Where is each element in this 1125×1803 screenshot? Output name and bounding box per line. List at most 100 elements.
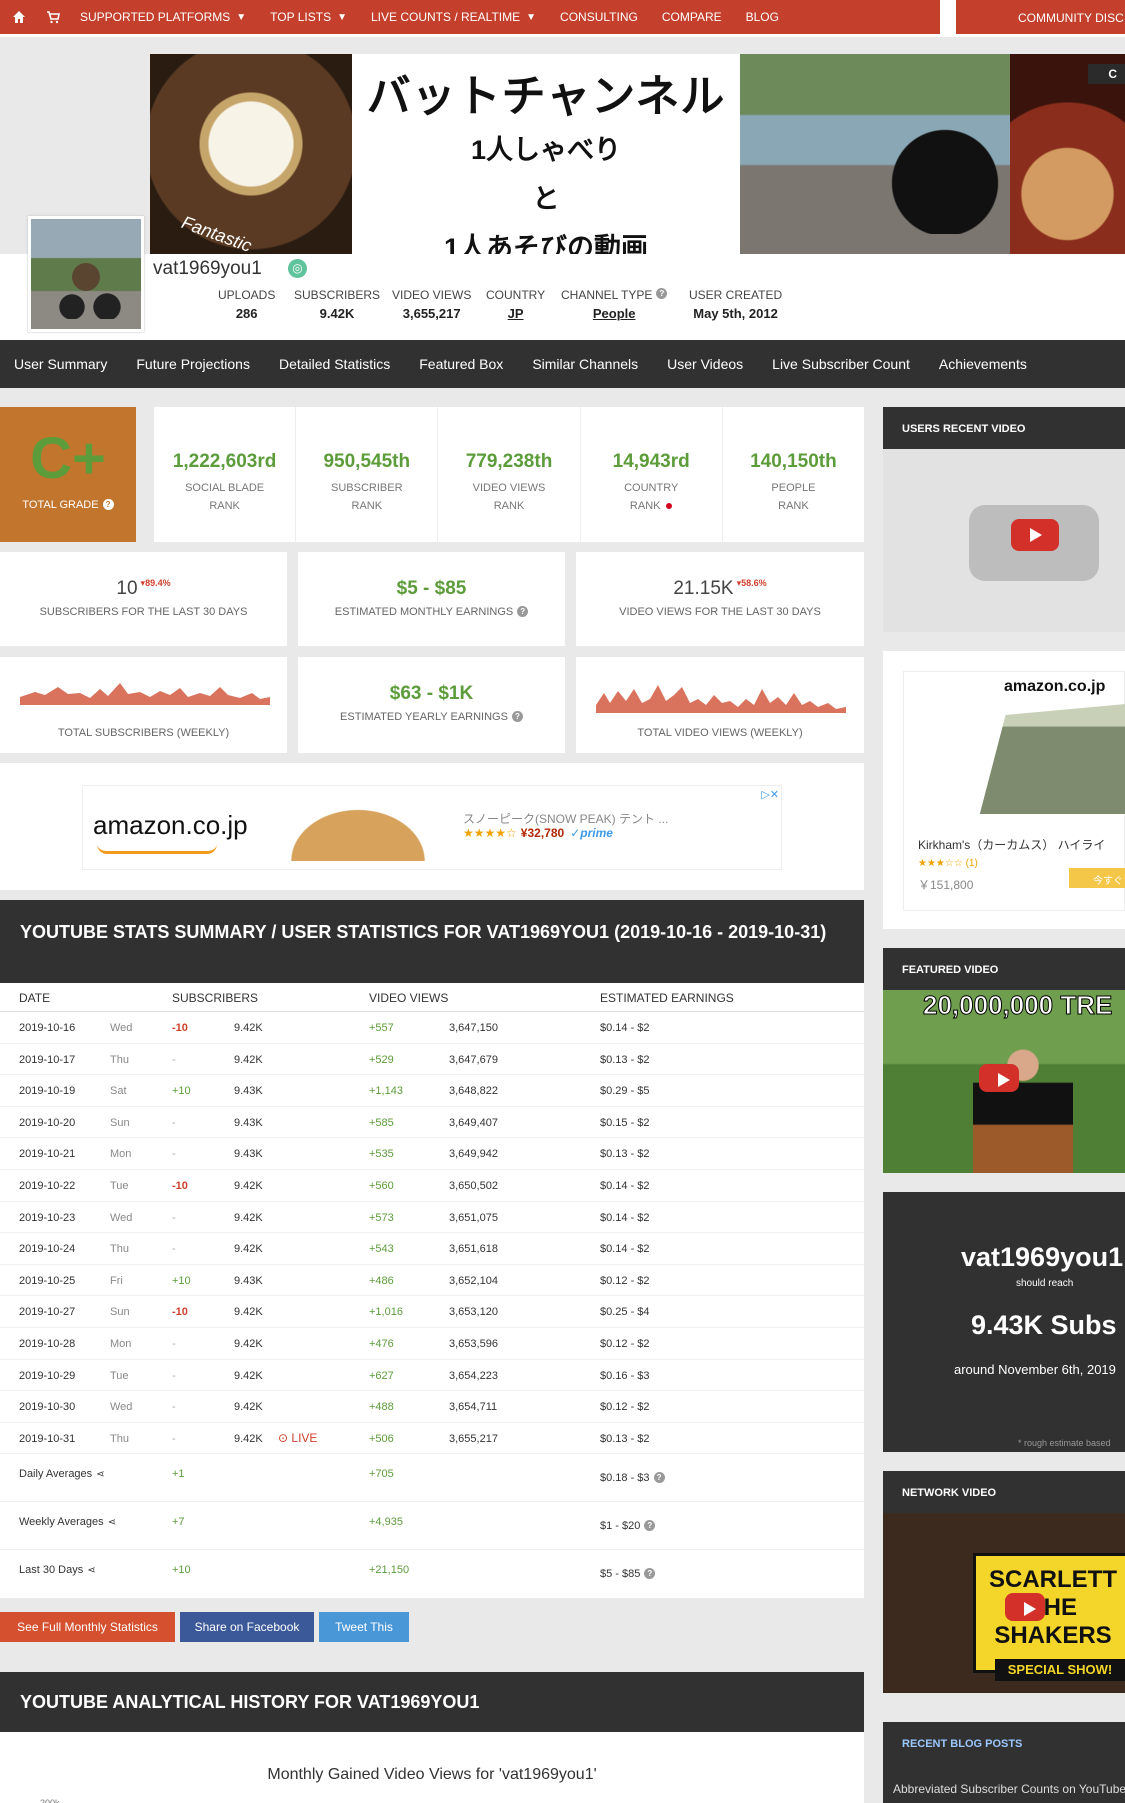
- history-chart: Monthly Gained Video Views for 'vat1969y…: [0, 1732, 864, 1803]
- table-cell: $0.16 - $3: [600, 1369, 650, 1382]
- help-icon[interactable]: ?: [644, 1520, 656, 1532]
- share-icon[interactable]: ⋖: [96, 1469, 106, 1480]
- table-cell: Wed: [110, 1211, 133, 1224]
- banner-photo-river: [740, 54, 1010, 254]
- table-row: 2019-10-28 Mon - 9.42K +476 3,653,596 $0.12 - …: [0, 1328, 864, 1360]
- home-icon[interactable]: [12, 10, 26, 24]
- rating-stars: ★★★☆☆ (1): [918, 858, 978, 869]
- table-cell: 9.42K: [234, 1337, 263, 1350]
- network-video-player[interactable]: SCARLETT THE SHAKERS SPECIAL SHOW!: [883, 1513, 1125, 1693]
- table-cell: 3,648,822: [449, 1085, 498, 1098]
- play-icon[interactable]: [979, 1064, 1019, 1092]
- table-cell: Tue: [110, 1179, 129, 1192]
- top-nav-bar: SUPPORTED PLATFORMS ▼ TOP LISTS ▼ LIVE COU…: [0, 0, 940, 34]
- table-cell: Wed: [110, 1022, 133, 1034]
- help-icon[interactable]: ?: [653, 1472, 665, 1484]
- history-title: YOUTUBE ANALYTICAL HISTORY FOR VAT1969YO…: [0, 1672, 864, 1732]
- table-cell: 9.42K: [234, 1432, 263, 1445]
- tab-live-subscriber-count[interactable]: Live Subscriber Count: [772, 356, 910, 372]
- table-cell: +476: [369, 1337, 394, 1350]
- table-cell: 9.42K: [234, 1053, 263, 1066]
- nav-live-counts[interactable]: LIVE COUNTS / REALTIME ▼: [371, 10, 536, 24]
- table-cell: $0.13 - $2: [600, 1148, 650, 1161]
- table-row: 2019-10-24 Thu - 9.42K +543 3,651,618 $0.14 - …: [0, 1233, 864, 1265]
- recent-video-player[interactable]: [883, 449, 1125, 632]
- nav-supported-platforms[interactable]: SUPPORTED PLATFORMS ▼: [80, 10, 246, 24]
- share-icon[interactable]: ⋖: [108, 1517, 118, 1528]
- table-row: 2019-10-16 Wed -10 9.42K +557 3,647,150 $0.14 …: [0, 1012, 864, 1044]
- table-cell: Mon: [110, 1337, 132, 1350]
- nav-blog[interactable]: BLOG: [746, 10, 779, 24]
- help-icon[interactable]: ?: [644, 1568, 656, 1580]
- tab-detailed-statistics[interactable]: Detailed Statistics: [279, 356, 390, 372]
- sidebar-amazon-ad[interactable]: amazon.co.jp Kirkham's（カーカムス） ハイライ ★★★☆☆…: [883, 651, 1125, 929]
- featured-video-player[interactable]: 20,000,000 TRE: [883, 990, 1125, 1173]
- ad-choices-icon[interactable]: ▷✕: [761, 788, 779, 801]
- share-facebook-button[interactable]: Share on Facebook: [180, 1612, 314, 1642]
- tab-future-projections[interactable]: Future Projections: [136, 356, 250, 372]
- table-row: 2019-10-17 Thu - 9.42K +529 3,647,679 $0.13 - …: [0, 1044, 864, 1076]
- nav-consulting[interactable]: CONSULTING: [560, 10, 638, 24]
- nav-top-lists[interactable]: TOP LISTS ▼: [270, 10, 347, 24]
- table-cell: 9.43K: [234, 1085, 263, 1098]
- table-row: 2019-10-23 Wed - 9.42K +573 3,651,075 $0.14 - …: [0, 1202, 864, 1234]
- help-icon[interactable]: ?: [102, 499, 114, 510]
- tab-achievements[interactable]: Achievements: [939, 356, 1027, 372]
- table-row: 2019-10-21 Mon - 9.43K +535 3,649,942 $0.13 - …: [0, 1138, 864, 1170]
- table-cell: -: [172, 1337, 176, 1350]
- play-icon[interactable]: [1011, 519, 1059, 551]
- banner-photo-glass: C: [1010, 54, 1125, 254]
- blog-post-link[interactable]: Abbreviated Subscriber Counts on YouTube: [893, 1782, 1125, 1796]
- chart-title: Monthly Gained Video Views for 'vat1969y…: [267, 1766, 597, 1783]
- featured-video-heading: FEATURED VIDEO: [883, 948, 1125, 990]
- tab-featured-box[interactable]: Featured Box: [419, 356, 503, 372]
- rank-people: 140,150th PEOPLE RANK: [750, 451, 837, 512]
- table-row: 2019-10-22 Tue -10 9.42K +560 3,650,502 $0.14 …: [0, 1170, 864, 1202]
- card-monthly-earnings: $5 - $85 ESTIMATED MONTHLY EARNINGS?: [298, 552, 565, 646]
- youtube-link-icon[interactable]: ◎: [288, 259, 307, 278]
- nav-community[interactable]: COMMUNITY DISC: [956, 0, 1125, 34]
- summary-title: YOUTUBE STATS SUMMARY / USER STATISTICS …: [0, 900, 864, 983]
- tab-user-videos[interactable]: User Videos: [667, 356, 743, 372]
- nav-compare[interactable]: COMPARE: [662, 10, 722, 24]
- full-monthly-stats-button[interactable]: See Full Monthly Statistics: [0, 1612, 175, 1642]
- table-cell: Sun: [110, 1306, 130, 1319]
- play-icon[interactable]: [1005, 1593, 1045, 1621]
- tab-user-summary[interactable]: User Summary: [14, 356, 107, 372]
- table-cell: -: [172, 1116, 176, 1129]
- table-cell: Fri: [110, 1274, 123, 1287]
- live-indicator[interactable]: ⊙ LIVE: [278, 1431, 317, 1445]
- top-nav: SUPPORTED PLATFORMS ▼ TOP LISTS ▼ LIVE COU…: [0, 0, 1125, 37]
- table-row: 2019-10-30 Wed - 9.42K +488 3,654,711 $0.12 - …: [0, 1391, 864, 1423]
- amazon-ad-banner[interactable]: amazon.co.jp スノーピーク(SNOW PEAK) テント ... ★…: [0, 763, 864, 890]
- share-icon[interactable]: ⋖: [87, 1565, 97, 1576]
- help-icon[interactable]: ?: [656, 288, 668, 299]
- table-cell: Thu: [110, 1432, 129, 1445]
- rank-subscriber: 950,545th SUBSCRIBER RANK: [296, 407, 439, 542]
- table-cell: +10: [172, 1085, 191, 1098]
- buy-now-button[interactable]: 今すぐ: [1069, 868, 1125, 888]
- chevron-down-icon: ▼: [236, 11, 247, 23]
- help-icon[interactable]: ?: [511, 711, 523, 722]
- channel-type-link[interactable]: People: [561, 306, 667, 321]
- table-cell: 2019-10-20: [19, 1116, 76, 1129]
- country-link[interactable]: JP: [486, 306, 545, 321]
- table-cell: +627: [369, 1369, 394, 1382]
- rating-stars: ★★★★☆: [463, 826, 517, 840]
- table-cell: -: [172, 1401, 176, 1414]
- table-cell: $0.14 - $2: [600, 1211, 650, 1224]
- table-cell: 3,652,104: [449, 1274, 498, 1287]
- tab-similar-channels[interactable]: Similar Channels: [532, 356, 638, 372]
- table-cell: $0.12 - $2: [600, 1337, 650, 1350]
- help-icon[interactable]: ?: [517, 606, 529, 617]
- table-cell: 3,651,075: [449, 1211, 498, 1224]
- table-cell: 2019-10-17: [19, 1053, 76, 1066]
- tent-image: [273, 796, 443, 861]
- stat-country: COUNTRY JP: [486, 288, 546, 321]
- cart-icon[interactable]: [46, 10, 60, 24]
- table-cell: 2019-10-29: [19, 1369, 76, 1382]
- table-cell: 2019-10-30: [19, 1401, 76, 1414]
- channel-banner: Fantastic バットチャンネル 1人しゃべり と 1人あそびの動画 C: [150, 54, 1125, 254]
- subscribers-sparkline: [20, 683, 270, 705]
- tweet-button[interactable]: Tweet This: [319, 1612, 409, 1642]
